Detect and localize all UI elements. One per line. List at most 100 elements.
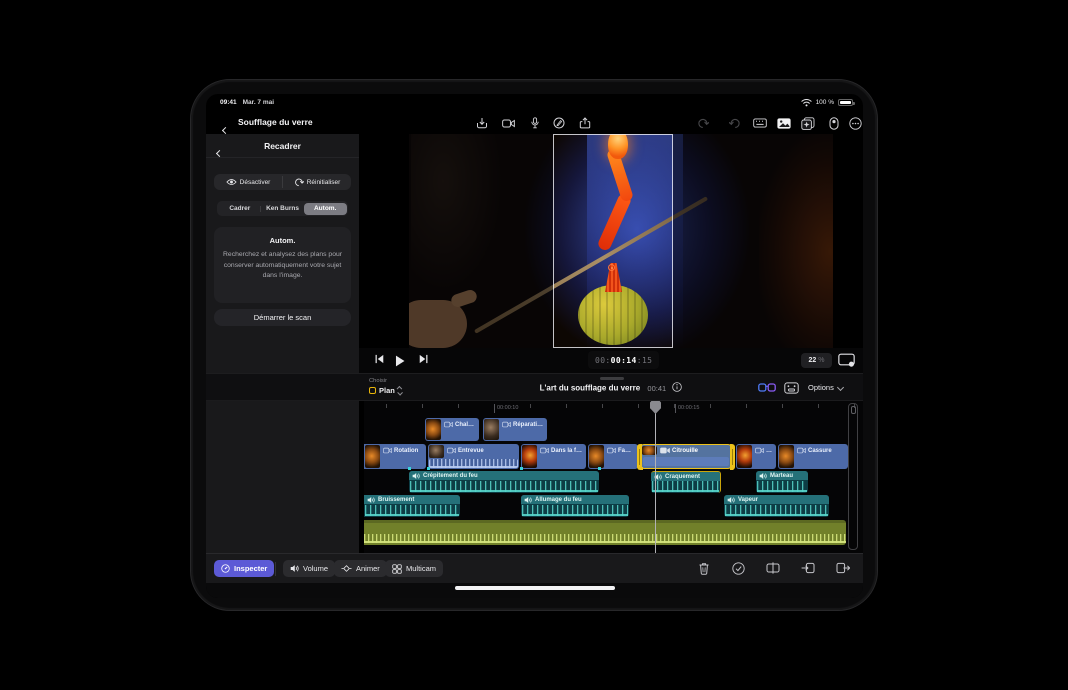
clip-label: … xyxy=(766,448,772,454)
clip-label: Vapeur xyxy=(738,497,758,503)
trim-handle-right[interactable] xyxy=(730,444,735,470)
share-button[interactable] xyxy=(577,116,593,130)
waveform xyxy=(757,481,807,492)
disable-label: Désactiver xyxy=(240,179,271,186)
tab-autom[interactable]: Autom. xyxy=(304,203,347,215)
camera-icon xyxy=(444,421,453,428)
tab-ken-burns[interactable]: Ken Burns xyxy=(261,203,304,215)
tab-cadrer[interactable]: Cadrer xyxy=(219,203,262,215)
skip-back-button[interactable] xyxy=(375,354,384,364)
audio-clip[interactable]: Bruissement xyxy=(364,495,460,517)
main-clip[interactable]: Fa… xyxy=(588,444,638,469)
audio-clip[interactable]: Craquement xyxy=(651,471,721,493)
bottom-toolbar: Inspecter Volume Animer Multicam xyxy=(206,553,863,583)
project-title: Soufflage du verre xyxy=(238,117,313,127)
waveform xyxy=(725,505,828,516)
remote-jog-button[interactable] xyxy=(826,116,842,130)
voiceover-mic-button[interactable] xyxy=(527,116,543,130)
options-label: Options xyxy=(808,383,834,392)
start-scan-label: Démarrer le scan xyxy=(254,313,312,322)
play-button[interactable] xyxy=(395,355,405,367)
crop-action-row: Désactiver Réinitialiser xyxy=(214,174,351,190)
panel-title: Recadrer xyxy=(206,141,359,151)
animate-button[interactable]: Animer xyxy=(334,560,387,577)
waveform xyxy=(522,505,628,516)
clip-thumbnail xyxy=(426,419,441,440)
trim-handle-left[interactable] xyxy=(637,444,642,470)
crop-inspector-panel: Recadrer Désactiver Réinitialiser Cadrer xyxy=(206,134,359,553)
zoom-value: 22 xyxy=(808,357,816,364)
timeline-header: Choisir Plan L'art du soufflage du verre… xyxy=(206,373,863,401)
app-screen: 09:41 Mar. 7 mai 100 % Soufflage du verr… xyxy=(206,94,863,598)
main-clip[interactable]: Dans la f… xyxy=(521,444,586,469)
home-strip xyxy=(206,583,863,598)
timecode-frames: :15 xyxy=(637,356,653,365)
volume-button[interactable]: Volume xyxy=(283,560,335,577)
redo-button[interactable] xyxy=(727,116,743,130)
home-indicator[interactable] xyxy=(455,586,615,590)
waveform xyxy=(429,459,518,468)
undo-button[interactable] xyxy=(695,116,711,130)
append-insert-button[interactable] xyxy=(836,562,850,574)
main-clip[interactable]: Cassure xyxy=(778,444,848,469)
camera-icon xyxy=(502,421,511,428)
main-clip[interactable]: … xyxy=(736,444,776,469)
timeline[interactable]: 00:00:10 00:00:15 Chal… Réparati… Rotati… xyxy=(364,401,863,553)
overwrite-insert-button[interactable] xyxy=(801,562,815,574)
connected-clip[interactable]: Chal… xyxy=(425,418,479,441)
camera-filled-icon xyxy=(660,447,670,454)
approve-button[interactable] xyxy=(732,562,745,575)
crop-frame[interactable] xyxy=(553,134,673,348)
more-options-button[interactable] xyxy=(847,116,863,130)
media-cartridge-icon[interactable] xyxy=(784,382,799,394)
auto-crop-info-card: Autom. Recherchez et analysez des plans … xyxy=(214,227,351,303)
import-media-button[interactable] xyxy=(474,116,490,130)
timeline-scrollbar-track[interactable] xyxy=(848,403,858,550)
start-scan-button[interactable]: Démarrer le scan xyxy=(214,309,351,326)
keyboard-button[interactable] xyxy=(752,116,768,130)
timeline-resize-handle[interactable] xyxy=(600,377,624,380)
options-dropdown[interactable]: Options xyxy=(808,383,843,392)
main-clip[interactable]: Rotation xyxy=(364,444,426,469)
connected-clip[interactable]: Réparati… xyxy=(483,418,547,441)
playhead-line xyxy=(655,409,656,553)
delete-button[interactable] xyxy=(698,562,710,575)
clip-label: Craquement xyxy=(665,474,700,480)
ruler-label-15s: 00:00:15 xyxy=(675,404,699,413)
music-clip[interactable] xyxy=(364,520,846,545)
info-icon[interactable] xyxy=(672,382,682,392)
audio-clip[interactable]: Crépitement du feu xyxy=(409,471,599,493)
main-clip[interactable]: Entrevue xyxy=(428,444,519,469)
effects-browser-button[interactable] xyxy=(800,116,816,130)
split-clip-button[interactable] xyxy=(766,562,780,574)
audio-clip[interactable]: Marteau xyxy=(756,471,808,493)
camera-icon xyxy=(607,447,616,454)
main-clip-selected[interactable]: Citrouille xyxy=(640,444,732,469)
status-bar: 09:41 Mar. 7 mai 100 % xyxy=(206,94,863,111)
edit-point xyxy=(408,467,411,470)
media-browser-button[interactable] xyxy=(776,116,792,130)
divider xyxy=(275,562,276,576)
timeline-ruler[interactable]: 00:00:10 00:00:15 xyxy=(364,401,863,415)
multicam-button[interactable]: Multicam xyxy=(385,560,443,577)
live-drawing-button[interactable] xyxy=(551,116,567,130)
connected-clips-icon[interactable] xyxy=(758,382,776,393)
audio-clip[interactable]: Vapeur xyxy=(724,495,829,517)
reset-icon xyxy=(294,177,304,187)
battery-icon xyxy=(838,99,853,107)
viewer-zoom-control[interactable]: 22 % xyxy=(801,353,832,368)
eye-icon xyxy=(226,178,237,186)
viewer-display-button[interactable] xyxy=(838,353,855,367)
clip-label: Dans la f… xyxy=(551,448,582,454)
audio-clip[interactable]: Allumage du feu xyxy=(521,495,629,517)
skip-forward-button[interactable] xyxy=(419,354,428,364)
animate-label: Animer xyxy=(356,564,380,573)
inspect-button[interactable]: Inspecter xyxy=(214,560,274,577)
edit-point xyxy=(427,467,430,470)
reset-button[interactable]: Réinitialiser xyxy=(283,174,351,190)
disable-button[interactable]: Désactiver xyxy=(214,174,282,190)
record-camera-button[interactable] xyxy=(500,116,516,130)
timeline-project-duration: 00:41 xyxy=(647,384,666,393)
timeline-scrollbar-handle[interactable] xyxy=(851,406,856,414)
waveform xyxy=(365,505,459,516)
